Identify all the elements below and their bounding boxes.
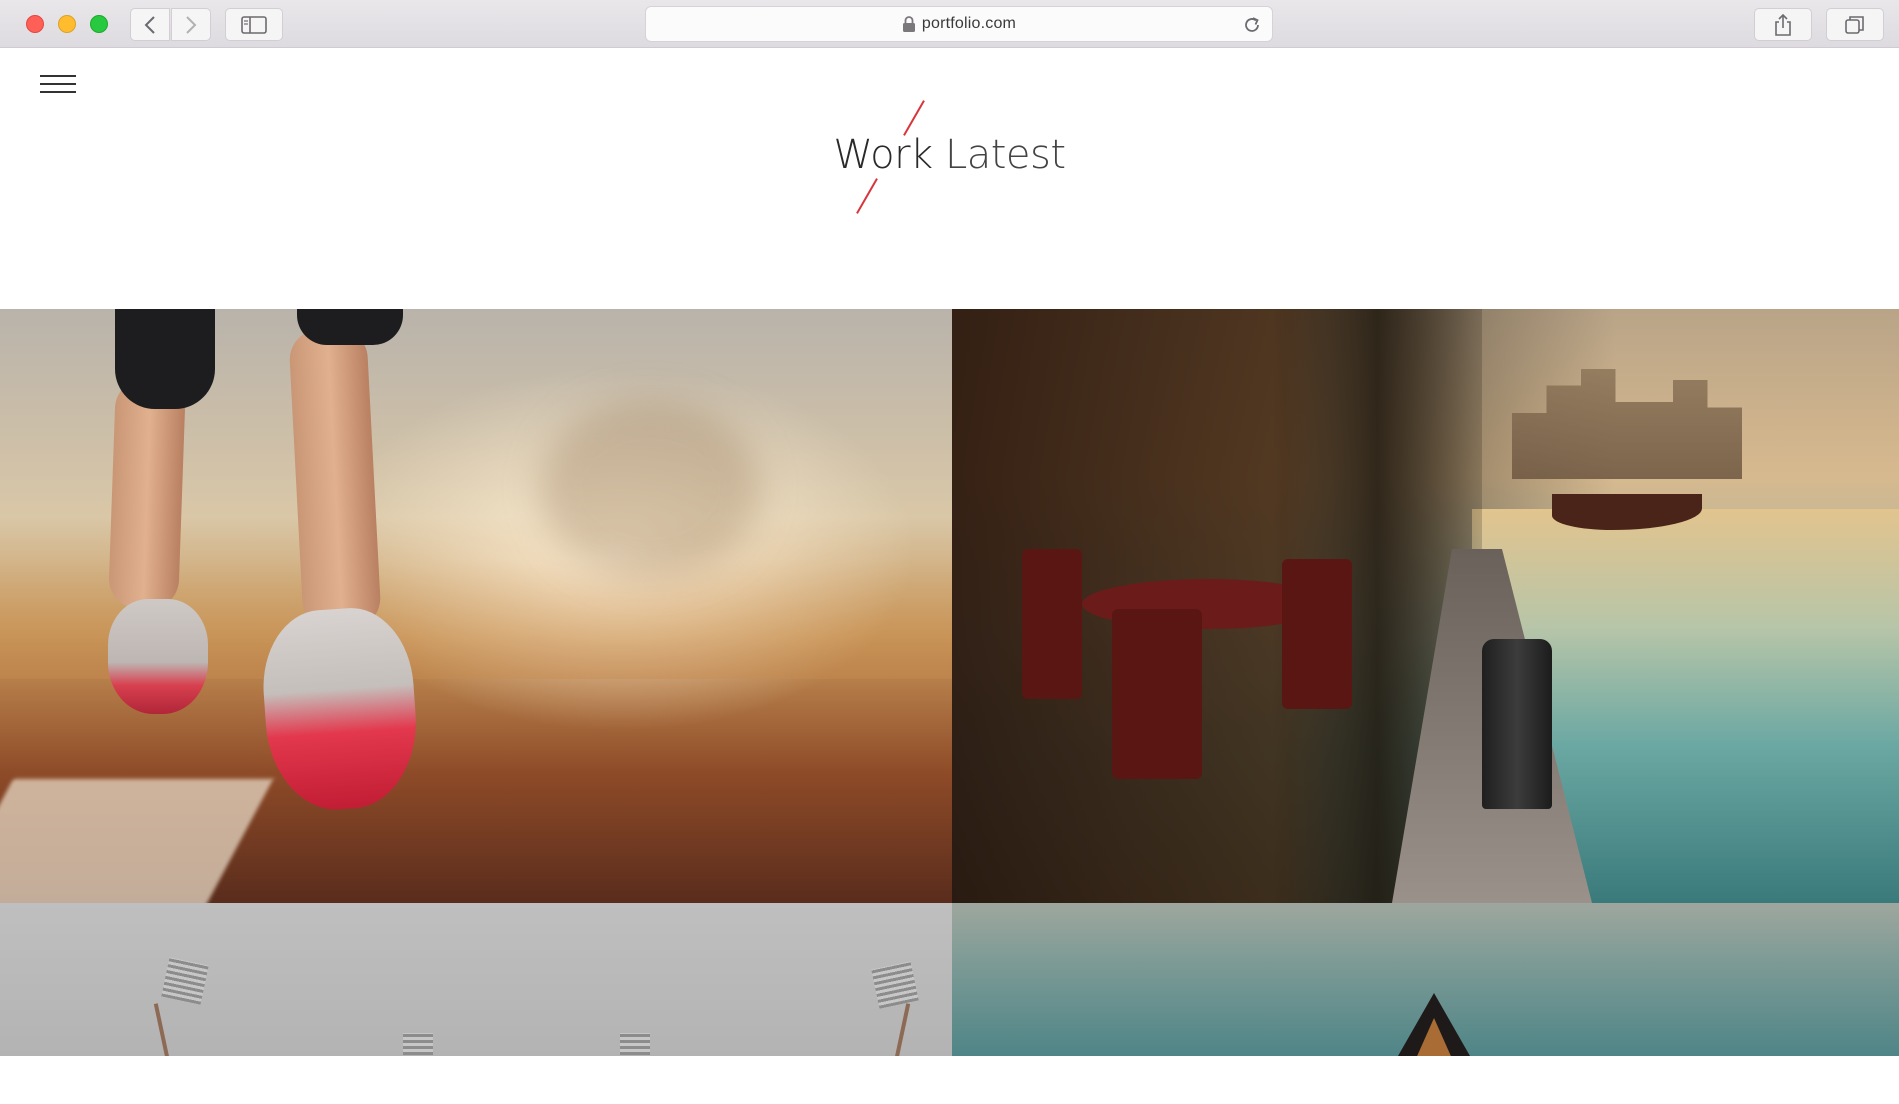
sidebar-icon [241,15,267,34]
lock-icon [902,16,915,32]
reload-icon[interactable] [1242,15,1262,35]
chevron-left-icon [144,15,155,34]
minimize-window-button[interactable] [58,15,76,33]
tabs-icon [1845,15,1864,34]
accent-slash-bottom [856,178,878,214]
chevron-right-icon [186,15,197,34]
portfolio-item-runner[interactable] [0,309,952,903]
sidebar-toggle-button[interactable] [225,8,283,41]
accent-slash-top [903,100,925,136]
portfolio-item-pyramid[interactable] [952,903,1899,1056]
portfolio-item-restaurant[interactable] [952,309,1899,903]
portfolio-item-stadium[interactable] [0,903,952,1056]
close-window-button[interactable] [26,15,44,33]
back-button[interactable] [130,8,170,41]
url-text: portfolio.com [921,15,1017,32]
browser-toolbar: portfolio.com [0,0,1899,48]
page-title: Work Latest [0,132,1899,178]
address-bar[interactable]: portfolio.com [645,6,1273,42]
page-title-word-1: Work [833,132,933,178]
show-tabs-button[interactable] [1826,8,1884,41]
share-button[interactable] [1754,8,1812,41]
page-title-word-2: Latest [944,132,1066,178]
forward-button[interactable] [171,8,211,41]
share-icon [1775,13,1791,36]
menu-icon[interactable] [40,75,76,97]
zoom-window-button[interactable] [90,15,108,33]
